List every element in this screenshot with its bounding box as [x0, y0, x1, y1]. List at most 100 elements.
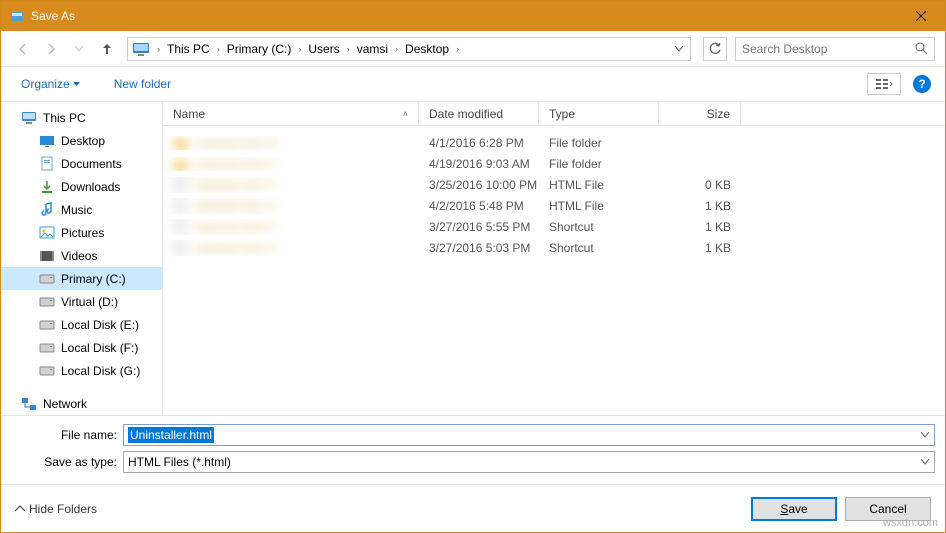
tree-item[interactable]: Virtual (D:): [1, 290, 162, 313]
refresh-button[interactable]: [703, 37, 727, 61]
pc-icon: [130, 41, 152, 57]
file-row[interactable]: redacted item 2 3/25/2016 10:00 PM HTML …: [163, 174, 945, 195]
tree-item[interactable]: Local Disk (F:): [1, 336, 162, 359]
search-box[interactable]: [735, 37, 935, 61]
file-icon: [173, 136, 189, 150]
tree-item[interactable]: Documents: [1, 152, 162, 175]
file-row[interactable]: redacted item 5 3/27/2016 5:03 PM Shortc…: [163, 237, 945, 258]
view-button[interactable]: [867, 73, 901, 95]
forward-button[interactable]: [39, 37, 63, 61]
chevron-icon[interactable]: ›: [295, 38, 304, 60]
chevron-icon[interactable]: ›: [392, 38, 401, 60]
disk-icon: [39, 340, 55, 356]
crumb-0[interactable]: This PC: [163, 38, 214, 60]
disk-icon: [39, 317, 55, 333]
crumb-2[interactable]: Users: [304, 38, 343, 60]
tree-item[interactable]: Local Disk (G:): [1, 359, 162, 382]
tree-item[interactable]: Primary (C:): [1, 267, 162, 290]
file-size: 1 KB: [659, 199, 741, 213]
file-icon: [173, 177, 187, 193]
file-icon: [173, 219, 187, 235]
network-icon: [21, 396, 37, 412]
vid-icon: [39, 248, 55, 264]
titlebar: Save As: [1, 1, 945, 31]
tree-item[interactable]: Pictures: [1, 221, 162, 244]
address-dropdown[interactable]: [670, 46, 688, 52]
file-name: redacted item 5: [193, 241, 276, 255]
disk-icon: [39, 363, 55, 379]
file-icon: [173, 240, 187, 256]
tree-this-pc[interactable]: This PC: [1, 106, 162, 129]
type-select[interactable]: HTML Files (*.html): [123, 451, 935, 473]
hide-folders-button[interactable]: Hide Folders: [15, 502, 97, 516]
toolbar: Organize New folder ?: [1, 67, 945, 102]
chevron-icon[interactable]: ›: [214, 38, 223, 60]
tree-network[interactable]: Network: [1, 392, 162, 415]
desktop-icon: [39, 133, 55, 149]
file-name: redacted item 0: [195, 136, 278, 150]
file-pane: Name˄ Date modified Type Size redacted i…: [163, 102, 945, 415]
filename-input[interactable]: Uninstaller.html: [123, 424, 935, 446]
file-row[interactable]: redacted item 4 3/27/2016 5:55 PM Shortc…: [163, 216, 945, 237]
sort-icon: ˄: [403, 109, 408, 119]
file-icon: [173, 198, 187, 214]
file-date: 3/27/2016 5:55 PM: [419, 220, 539, 234]
file-name: redacted item 2: [193, 178, 276, 192]
file-type: HTML File: [539, 178, 659, 192]
search-input[interactable]: [742, 42, 915, 56]
tree-item[interactable]: Downloads: [1, 175, 162, 198]
back-button[interactable]: [11, 37, 35, 61]
tree-item[interactable]: Desktop: [1, 129, 162, 152]
file-rows: redacted item 0 4/1/2016 6:28 PM File fo…: [163, 126, 945, 415]
col-date[interactable]: Date modified: [419, 102, 539, 125]
app-icon: [9, 8, 25, 24]
column-headers: Name˄ Date modified Type Size: [163, 102, 945, 126]
file-row[interactable]: redacted item 1 4/19/2016 9:03 AM File f…: [163, 153, 945, 174]
address-bar[interactable]: › This PC › Primary (C:) › Users › vamsi…: [127, 37, 691, 61]
file-type: Shortcut: [539, 220, 659, 234]
new-folder-button[interactable]: New folder: [108, 73, 177, 95]
tree-item[interactable]: Videos: [1, 244, 162, 267]
file-name: redacted item 4: [193, 220, 276, 234]
nav-tree[interactable]: This PCDesktopDocumentsDownloadsMusicPic…: [1, 102, 163, 415]
save-button[interactable]: Save: [751, 497, 837, 521]
chevron-up-icon: [15, 505, 25, 513]
save-form: File name: Uninstaller.html Save as type…: [1, 415, 945, 484]
organize-menu[interactable]: Organize: [15, 73, 86, 95]
crumb-4[interactable]: Desktop: [401, 38, 453, 60]
crumb-3[interactable]: vamsi: [353, 38, 392, 60]
recent-dropdown[interactable]: [67, 37, 91, 61]
chevron-icon[interactable]: ›: [344, 38, 353, 60]
filename-dropdown[interactable]: [916, 432, 934, 438]
file-type: Shortcut: [539, 241, 659, 255]
file-name: redacted item 3: [193, 199, 276, 213]
file-size: 0 KB: [659, 178, 741, 192]
search-icon: [915, 42, 928, 55]
disk-icon: [39, 294, 55, 310]
col-name[interactable]: Name˄: [163, 102, 419, 125]
action-bar: Hide Folders Save Cancel wsxdn.com: [1, 484, 945, 532]
file-row[interactable]: redacted item 3 4/2/2016 5:48 PM HTML Fi…: [163, 195, 945, 216]
type-dropdown[interactable]: [916, 459, 934, 465]
close-button[interactable]: [898, 1, 943, 31]
type-label: Save as type:: [11, 455, 123, 469]
window-title: Save As: [31, 9, 898, 23]
col-type[interactable]: Type: [539, 102, 659, 125]
pc-icon: [21, 110, 37, 126]
filename-label: File name:: [11, 428, 123, 442]
col-size[interactable]: Size: [659, 102, 741, 125]
file-size: 1 KB: [659, 220, 741, 234]
file-date: 3/27/2016 5:03 PM: [419, 241, 539, 255]
chevron-icon[interactable]: ›: [453, 38, 462, 60]
doc-icon: [39, 156, 55, 172]
file-type: File folder: [539, 136, 659, 150]
file-size: 1 KB: [659, 241, 741, 255]
crumb-1[interactable]: Primary (C:): [223, 38, 296, 60]
disk-icon: [39, 271, 55, 287]
up-button[interactable]: [95, 37, 119, 61]
file-row[interactable]: redacted item 0 4/1/2016 6:28 PM File fo…: [163, 132, 945, 153]
chevron-icon[interactable]: ›: [154, 38, 163, 60]
help-button[interactable]: ?: [913, 75, 931, 93]
tree-item[interactable]: Music: [1, 198, 162, 221]
tree-item[interactable]: Local Disk (E:): [1, 313, 162, 336]
